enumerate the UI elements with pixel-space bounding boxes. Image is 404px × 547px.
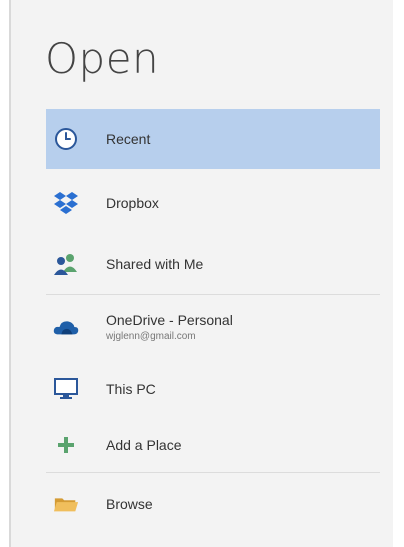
place-label: OneDrive - Personal: [106, 312, 233, 328]
place-browse-text: Browse: [106, 496, 153, 512]
place-recent-text: Recent: [106, 131, 150, 147]
page-title: Open: [45, 34, 160, 83]
place-label: Shared with Me: [106, 255, 204, 272]
place-label: Add a Place: [106, 437, 182, 453]
place-dropbox-text: Dropbox: [106, 195, 159, 211]
place-recent[interactable]: Recent: [46, 109, 380, 169]
place-dropbox[interactable]: Dropbox: [46, 172, 380, 233]
cloud-icon: [53, 314, 79, 340]
place-label: Dropbox: [106, 194, 159, 211]
place-label: This PC: [106, 380, 156, 397]
place-browse[interactable]: Browse: [46, 473, 380, 534]
monitor-icon: [53, 376, 79, 402]
place-add-a-place[interactable]: Add a Place: [46, 418, 380, 472]
place-shared-text: Shared with Me: [106, 256, 203, 272]
open-backstage-window: Open Recent Dropbox Shared with Me OneDr…: [0, 0, 404, 547]
place-this-pc[interactable]: This PC: [46, 359, 380, 418]
place-shared-with-me[interactable]: Shared with Me: [46, 233, 380, 294]
plus-icon: [53, 432, 79, 458]
place-onedrive-personal[interactable]: OneDrive - Personal wjglenn@gmail.com: [46, 295, 380, 359]
folder-icon: [53, 491, 79, 517]
places-list: Recent Dropbox Shared with Me OneDrive -…: [46, 109, 380, 534]
place-add-text: Add a Place: [106, 437, 182, 453]
dropbox-icon: [53, 190, 79, 216]
people-icon: [53, 251, 79, 277]
account-email: wjglenn@gmail.com: [106, 331, 196, 342]
clock-icon: [53, 126, 79, 152]
place-onedrive-text: OneDrive - Personal wjglenn@gmail.com: [106, 312, 233, 342]
place-label: Recent: [106, 131, 151, 147]
place-thispc-text: This PC: [106, 381, 156, 397]
place-label: Browse: [106, 495, 153, 512]
